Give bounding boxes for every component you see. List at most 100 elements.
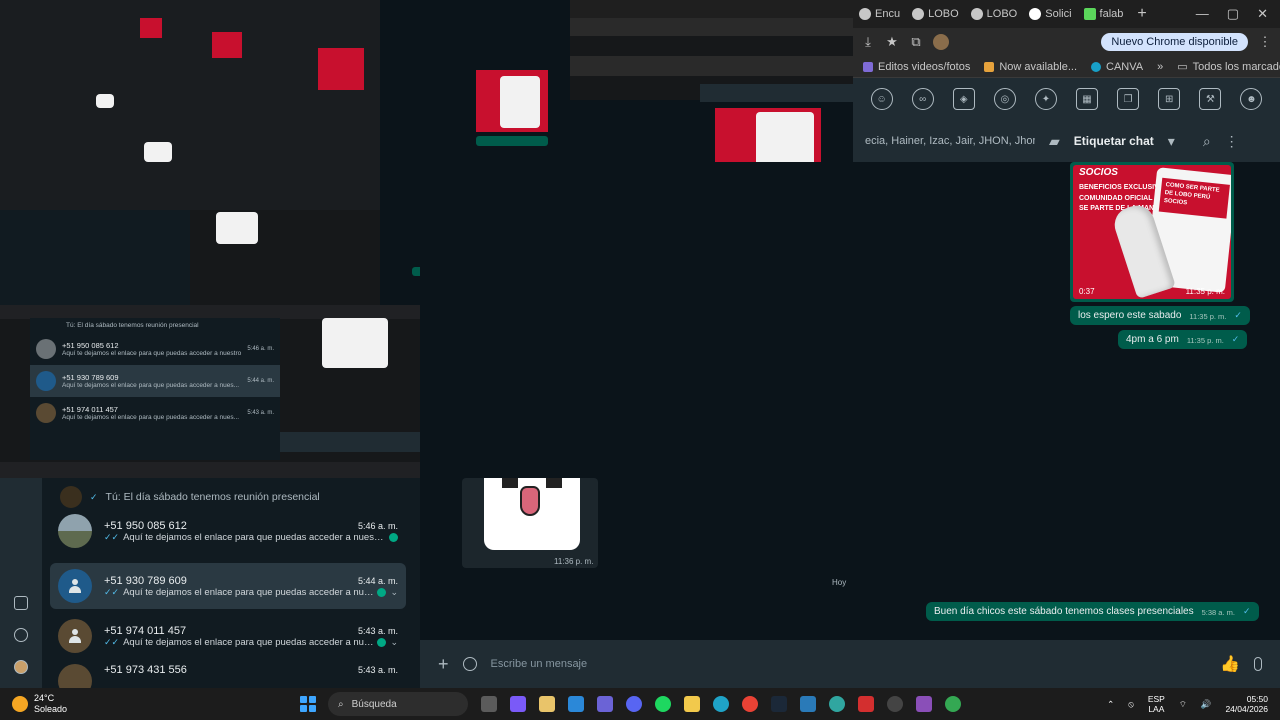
browser-tab-active[interactable]: Solici <box>1023 0 1077 28</box>
clock[interactable]: 05:50 24/04/2026 <box>1225 694 1268 714</box>
all-bookmarks[interactable]: ▭ Todos los marcadores <box>1177 60 1280 74</box>
attach-plus-icon[interactable]: + <box>438 654 449 675</box>
chrome-update-button[interactable]: Nuevo Chrome disponible <box>1101 33 1248 51</box>
outgoing-message[interactable]: 4pm a 6 pm 11:35 p. m. ✓ <box>1118 330 1248 349</box>
chevron-up-icon[interactable]: ⌃ <box>1107 699 1114 710</box>
chat-header: ecia, Hainer, Izac, Jair, JHON, Jhon, jh… <box>853 120 1280 162</box>
gmail-icon <box>984 61 995 72</box>
bookmark-item[interactable]: CANVA <box>1091 61 1143 73</box>
browser-tab[interactable]: LOBO <box>906 0 965 28</box>
extensions-icon[interactable]: ⧉ <box>909 34 923 49</box>
browser-tab[interactable]: Encu <box>853 0 906 28</box>
tab-icon <box>1083 8 1096 20</box>
close-icon[interactable]: ✕ <box>1257 6 1268 22</box>
app-icon[interactable] <box>858 696 874 712</box>
task-view-icon[interactable] <box>481 696 497 712</box>
thumbs-up-icon[interactable]: 👍 <box>1220 654 1240 674</box>
tag-chat-button[interactable]: Etiquetar chat <box>1074 134 1154 148</box>
sun-icon <box>12 696 28 712</box>
chat-row[interactable]: +51 930 789 609 5:44 a. m. ✓✓ Aquí te deja… <box>50 563 406 609</box>
bookmark-item[interactable]: Editos videos/fotos <box>863 61 970 73</box>
minimize-icon[interactable]: — <box>1196 6 1209 22</box>
tab-label: Encu <box>875 8 901 20</box>
profile-avatar[interactable] <box>14 660 28 674</box>
menu-dots-icon[interactable]: ⋮ <box>1225 133 1239 150</box>
tab-icon <box>912 8 925 20</box>
sticker-message[interactable] <box>484 478 580 550</box>
outgoing-message[interactable]: los espero este sabado 11:35 p. m. ✓ <box>1070 306 1250 325</box>
chat-row[interactable]: +51 973 431 556 5:43 a. m. <box>50 664 406 688</box>
app-icon[interactable] <box>829 696 845 712</box>
whatsapp-icon <box>1029 8 1042 20</box>
windows-taskbar: 24°C Soleado ⌕ Búsqueda ⌃ ⦸ ESP LAA ⌔ 🔊 … <box>0 688 1280 720</box>
wifi-icon[interactable]: ⌔ <box>1179 699 1187 710</box>
store-icon[interactable] <box>539 696 555 712</box>
copy-icon[interactable]: ❐ <box>1117 88 1140 110</box>
bookmark-star-icon[interactable]: ★ <box>885 34 899 49</box>
bookmark-item[interactable]: Now available... <box>984 61 1077 73</box>
tab-icon <box>970 8 983 20</box>
weather-widget[interactable]: 24°C Soleado <box>0 693 300 715</box>
bookmarks-overflow-icon[interactable]: » <box>1157 61 1163 73</box>
install-icon[interactable]: ⤓ <box>861 34 875 49</box>
outgoing-message[interactable]: Buen día chicos este sábado tenemos clas… <box>926 602 1259 621</box>
app-icon[interactable] <box>800 696 816 712</box>
profile-avatar[interactable] <box>933 34 949 50</box>
teams-icon[interactable] <box>597 696 613 712</box>
image-message[interactable]: SOCIOS BENEFICIOS EXCLUSIVOS COMUNIDAD O… <box>1070 162 1234 302</box>
grid-icon[interactable]: ⊞ <box>1158 88 1181 110</box>
chevron-down-icon[interactable]: ⌄ <box>390 637 398 648</box>
emoji-icon[interactable] <box>462 657 477 671</box>
app-icon[interactable] <box>887 696 903 712</box>
new-tab-button[interactable]: + <box>1129 5 1154 23</box>
windows-start-icon[interactable] <box>300 696 316 712</box>
chat-list-first-line: ✓ Tú: El día sábado tenemos reunión pres… <box>60 486 320 508</box>
chevron-down-icon[interactable]: ⌄ <box>390 587 398 598</box>
browser-tab[interactable]: LOBO <box>965 0 1024 28</box>
volume-icon[interactable]: 🔊 <box>1201 699 1212 710</box>
calendar-icon[interactable]: ▦ <box>1076 88 1099 110</box>
message-input[interactable] <box>490 658 1207 670</box>
calculator-icon[interactable] <box>916 696 932 712</box>
chat-row[interactable]: +51 950 085 612 5:46 a. m. ✓✓ Aquí te deja… <box>50 508 406 554</box>
nested-avatar <box>36 371 56 391</box>
browser-tab[interactable]: falab <box>1078 0 1130 28</box>
discord-icon[interactable] <box>626 696 642 712</box>
microphone-icon[interactable] <box>1254 657 1262 671</box>
chrome-icon[interactable] <box>742 696 758 712</box>
steam-icon[interactable] <box>771 696 787 712</box>
person-icon[interactable]: ☻ <box>1240 88 1263 110</box>
mail-icon[interactable] <box>568 696 584 712</box>
emoji-icon[interactable]: ☺ <box>870 88 893 110</box>
chat-row[interactable]: +51 974 011 457 5:43 a. m. ✓✓ Aquí te deja… <box>50 613 406 659</box>
label-icon[interactable]: ▰ <box>1049 133 1060 150</box>
spotify-icon[interactable] <box>655 696 671 712</box>
chat-preview: Aquí te dejamos el enlace para que pueda… <box>123 531 385 543</box>
broadcast-icon[interactable]: ◎ <box>993 88 1016 110</box>
layers-icon[interactable]: ◈ <box>952 88 975 110</box>
nested-row: +51 950 085 612 Aquí te dejamos el enlace… <box>30 333 280 365</box>
tools-icon[interactable]: ⚒ <box>1199 88 1222 110</box>
nested-row-time: 5:43 a. m. <box>247 410 274 416</box>
network-icon[interactable]: ⦸ <box>1128 699 1134 710</box>
nested-avatar <box>36 403 56 423</box>
taskbar-search[interactable]: ⌕ Búsqueda <box>328 692 468 716</box>
chevron-down-icon[interactable]: ▾ <box>1168 133 1175 150</box>
chrome-icon[interactable] <box>945 696 961 712</box>
group-participants[interactable]: ecia, Hainer, Izac, Jair, JHON, Jhon, jh… <box>865 135 1035 147</box>
file-explorer-icon[interactable] <box>684 696 700 712</box>
edge-icon[interactable] <box>713 696 729 712</box>
link-icon[interactable]: ∞ <box>911 88 934 110</box>
copilot-icon[interactable] <box>510 696 526 712</box>
language-indicator[interactable]: ESP LAA <box>1148 694 1165 714</box>
menu-dots-icon[interactable]: ⋮ <box>1258 34 1272 49</box>
maximize-icon[interactable]: ▢ <box>1227 6 1239 22</box>
promo-title: SOCIOS <box>1079 167 1118 178</box>
sticker-icon[interactable]: ✦ <box>1034 88 1057 110</box>
media-icon[interactable] <box>14 596 28 610</box>
weather-desc: Soleado <box>34 704 68 714</box>
settings-icon[interactable] <box>14 628 28 642</box>
double-check-icon: ✓✓ <box>104 636 120 647</box>
search-icon[interactable]: ⌕ <box>1203 133 1211 150</box>
avatar <box>58 664 92 688</box>
